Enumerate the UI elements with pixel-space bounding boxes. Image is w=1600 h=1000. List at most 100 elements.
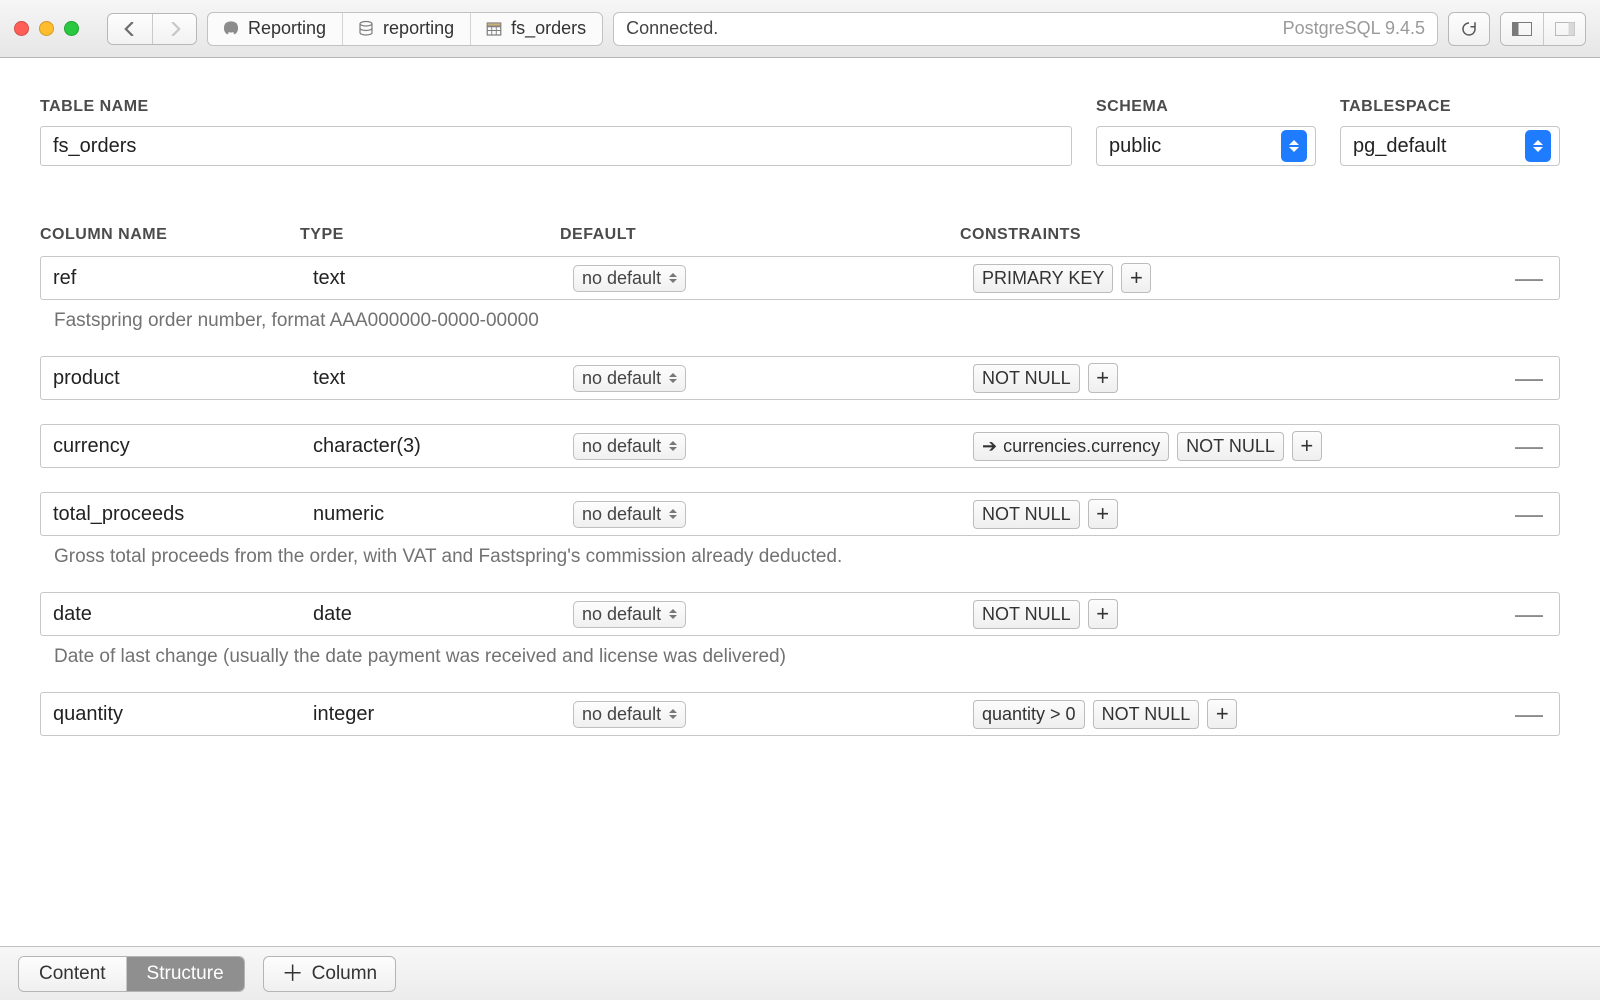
column-row: producttext no default NOT NULL + — xyxy=(40,356,1560,400)
constraint-chip[interactable]: PRIMARY KEY xyxy=(973,264,1113,293)
constraint-chip[interactable]: NOT NULL xyxy=(973,500,1080,529)
header-type: TYPE xyxy=(300,226,560,244)
default-label: no default xyxy=(582,604,661,625)
close-window-button[interactable] xyxy=(14,21,29,36)
remove-column-button[interactable]: — xyxy=(1499,598,1559,630)
table-header-row: TABLE NAME SCHEMA public TABLESPACE pg_d… xyxy=(40,98,1560,166)
forward-button[interactable] xyxy=(152,14,196,44)
column-name-cell[interactable]: product xyxy=(41,367,301,390)
column-row: quantityinteger no default quantity > 0 NOT… xyxy=(40,692,1560,736)
default-select[interactable]: no default xyxy=(573,501,686,528)
breadcrumb-database[interactable]: reporting xyxy=(343,13,471,45)
arrow-right-icon: ➔ xyxy=(982,436,997,457)
table-name-field: TABLE NAME xyxy=(40,98,1072,166)
columns-section: COLUMN NAME TYPE DEFAULT CONSTRAINTS ref… xyxy=(40,226,1560,736)
column-constraints-cell: quantity > 0 NOT NULL+ xyxy=(961,699,1499,729)
remove-column-button[interactable]: — xyxy=(1499,698,1559,730)
remove-column-button[interactable]: — xyxy=(1499,362,1559,394)
add-constraint-button[interactable]: + xyxy=(1121,263,1151,293)
constraint-chip[interactable]: NOT NULL xyxy=(1093,700,1200,729)
column-headers: COLUMN NAME TYPE DEFAULT CONSTRAINTS xyxy=(40,226,1560,244)
column-row: reftextno defaultPRIMARY KEY+—Fastspring… xyxy=(40,256,1560,332)
tablespace-label: TABLESPACE xyxy=(1340,98,1560,116)
schema-label: SCHEMA xyxy=(1096,98,1316,116)
column-type-cell[interactable]: text xyxy=(301,267,561,290)
add-constraint-button[interactable]: + xyxy=(1088,363,1118,393)
elephant-icon xyxy=(222,20,240,38)
breadcrumb-table[interactable]: fs_orders xyxy=(471,13,602,45)
column-default-cell: no default xyxy=(561,701,961,728)
chevron-left-icon xyxy=(123,22,137,36)
column-type-cell[interactable]: character(3) xyxy=(301,435,561,458)
constraint-chip[interactable]: NOT NULL xyxy=(973,600,1080,629)
right-panel-toggle[interactable] xyxy=(1543,13,1585,45)
updown-icon xyxy=(669,273,677,283)
right-panel-icon xyxy=(1555,22,1575,36)
chevron-right-icon xyxy=(168,22,182,36)
default-select[interactable]: no default xyxy=(573,265,686,292)
column-name-cell[interactable]: ref xyxy=(41,267,301,290)
column-constraints-cell: NOT NULL + xyxy=(961,363,1499,393)
updown-icon xyxy=(669,509,677,519)
database-icon xyxy=(357,20,375,38)
view-tabs: Content Structure xyxy=(18,956,245,992)
breadcrumb-server[interactable]: Reporting xyxy=(208,13,343,45)
left-panel-toggle[interactable] xyxy=(1501,13,1543,45)
add-column-button[interactable]: ＋ Column xyxy=(263,956,397,992)
add-constraint-button[interactable]: + xyxy=(1088,599,1118,629)
column-name-cell[interactable]: total_proceeds xyxy=(41,503,301,526)
add-constraint-button[interactable]: + xyxy=(1207,699,1237,729)
updown-icon xyxy=(669,373,677,383)
reload-button[interactable] xyxy=(1448,12,1490,46)
tablespace-select-value: pg_default xyxy=(1353,135,1446,158)
constraint-chip[interactable]: NOT NULL xyxy=(1177,432,1284,461)
table-icon xyxy=(485,20,503,38)
breadcrumb: Reporting reporting fs_orders xyxy=(207,12,603,46)
column-type-cell[interactable]: numeric xyxy=(301,503,561,526)
column-name-cell[interactable]: currency xyxy=(41,435,301,458)
column-type-cell[interactable]: integer xyxy=(301,703,561,726)
left-panel-icon xyxy=(1512,22,1532,36)
column-default-cell: no default xyxy=(561,501,961,528)
main-content: TABLE NAME SCHEMA public TABLESPACE pg_d… xyxy=(0,58,1600,946)
constraint-chip[interactable]: quantity > 0 xyxy=(973,700,1085,729)
titlebar: Reporting reporting fs_orders Connected.… xyxy=(0,0,1600,58)
breadcrumb-database-label: reporting xyxy=(383,18,454,39)
column-row: currencycharacter(3) no default ➔currencie… xyxy=(40,424,1560,468)
bottom-bar: Content Structure ＋ Column xyxy=(0,946,1600,1000)
add-constraint-button[interactable]: + xyxy=(1292,431,1322,461)
updown-icon xyxy=(1525,130,1551,162)
column-constraints-cell: PRIMARY KEY + xyxy=(961,263,1499,293)
remove-column-button[interactable]: — xyxy=(1499,430,1559,462)
column-type-cell[interactable]: date xyxy=(301,603,561,626)
table-name-label: TABLE NAME xyxy=(40,98,1072,116)
updown-icon xyxy=(669,441,677,451)
schema-select-value: public xyxy=(1109,135,1161,158)
default-select[interactable]: no default xyxy=(573,701,686,728)
column-name-cell[interactable]: date xyxy=(41,603,301,626)
reload-icon xyxy=(1460,20,1478,38)
tablespace-field: TABLESPACE pg_default xyxy=(1340,98,1560,166)
table-name-input[interactable] xyxy=(40,126,1072,166)
constraint-foreign-key[interactable]: ➔currencies.currency xyxy=(973,432,1169,461)
constraint-chip[interactable]: NOT NULL xyxy=(973,364,1080,393)
default-select[interactable]: no default xyxy=(573,601,686,628)
default-label: no default xyxy=(582,368,661,389)
back-button[interactable] xyxy=(108,14,152,44)
default-select[interactable]: no default xyxy=(573,433,686,460)
column-type-cell[interactable]: text xyxy=(301,367,561,390)
column-constraints-cell: NOT NULL + xyxy=(961,499,1499,529)
remove-column-button[interactable]: — xyxy=(1499,262,1559,294)
tab-content[interactable]: Content xyxy=(19,957,126,991)
tab-structure[interactable]: Structure xyxy=(126,957,244,991)
tablespace-select[interactable]: pg_default xyxy=(1340,126,1560,166)
zoom-window-button[interactable] xyxy=(64,21,79,36)
panel-toggle xyxy=(1500,12,1586,46)
schema-select[interactable]: public xyxy=(1096,126,1316,166)
column-name-cell[interactable]: quantity xyxy=(41,703,301,726)
default-select[interactable]: no default xyxy=(573,365,686,392)
minimize-window-button[interactable] xyxy=(39,21,54,36)
db-version: PostgreSQL 9.4.5 xyxy=(1283,18,1425,39)
add-constraint-button[interactable]: + xyxy=(1088,499,1118,529)
remove-column-button[interactable]: — xyxy=(1499,498,1559,530)
